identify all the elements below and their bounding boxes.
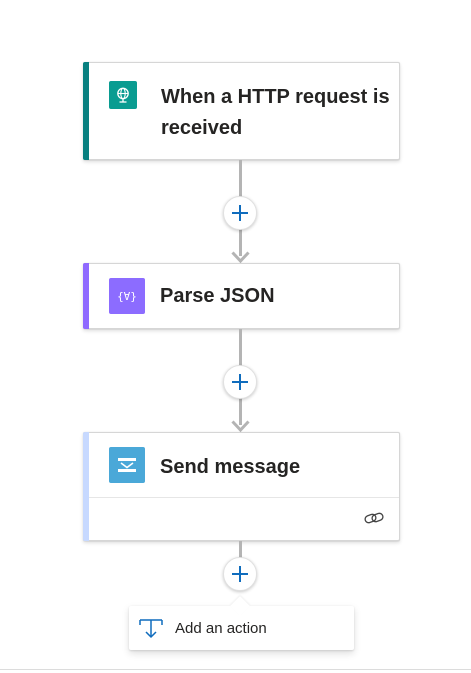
globe-request-icon [109,81,137,109]
insert-action-icon [139,619,163,639]
menu-caret [230,596,250,616]
add-action-label: Add an action [175,620,267,637]
link-icon[interactable] [363,509,385,527]
card-title: Send message [160,456,301,478]
action-card-parse-json[interactable]: {∀} Parse JSON [83,263,400,329]
message-icon [109,447,145,483]
card-title: Parse JSON [160,285,275,307]
plus-icon [232,205,248,221]
trigger-card-http-request[interactable]: When a HTTP request is received [83,62,400,160]
connector-arrow-icon [231,251,250,263]
connector-arrow-icon [231,420,250,432]
card-accent-bar [83,62,89,160]
insert-step-button[interactable] [223,557,257,591]
canvas-bottom-divider [0,669,471,670]
svg-text:{∀}: {∀} [117,290,137,303]
insert-step-button[interactable] [223,365,257,399]
action-card-send-message[interactable]: Send message [83,432,400,541]
flow-designer-canvas: When a HTTP request is received {∀} Pars… [0,0,471,673]
plus-icon [232,566,248,582]
card-title: When a HTTP request is received [161,86,390,139]
insert-step-button[interactable] [223,196,257,230]
json-braces-icon: {∀} [109,278,145,314]
card-accent-bar [83,263,89,329]
card-divider [89,497,399,498]
add-action-menu-item[interactable]: Add an action [129,596,354,650]
card-accent-bar [83,432,89,541]
plus-icon [232,374,248,390]
